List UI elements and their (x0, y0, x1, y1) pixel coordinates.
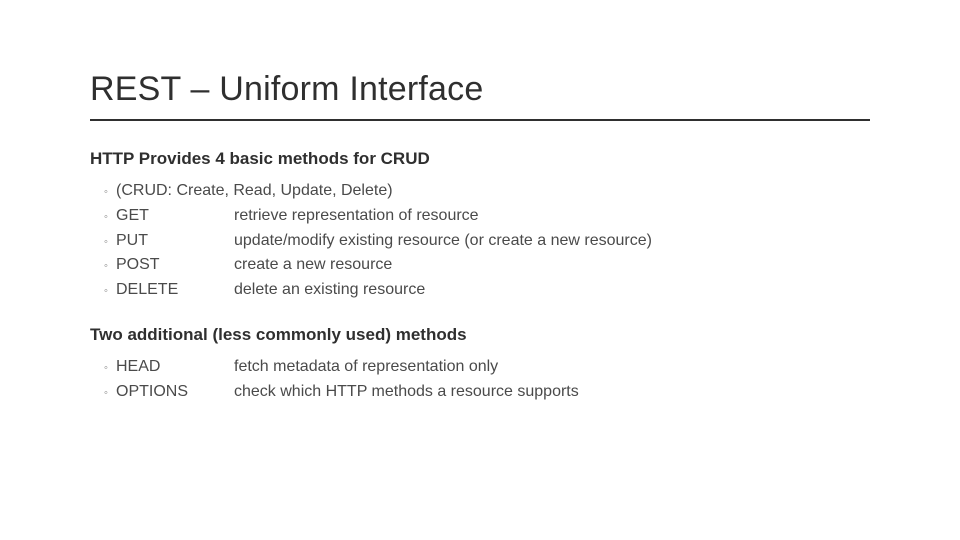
method-name: HEAD (116, 355, 234, 380)
bullet-icon: ◦ (104, 207, 116, 228)
method-name: GET (116, 204, 234, 229)
bullet-icon: ◦ (104, 383, 116, 404)
method-desc: check which HTTP methods a resource supp… (234, 380, 870, 405)
method-desc: delete an existing resource (234, 278, 870, 303)
method-desc: retrieve representation of resource (234, 204, 870, 229)
section-heading: HTTP Provides 4 basic methods for CRUD (90, 149, 870, 169)
slide-title: REST – Uniform Interface (90, 70, 870, 109)
method-name: PUT (116, 229, 234, 254)
list-item: ◦ DELETE delete an existing resource (90, 278, 870, 303)
method-desc: fetch metadata of representation only (234, 355, 870, 380)
list-item: ◦ (CRUD: Create, Read, Update, Delete) (90, 179, 870, 204)
list-item: ◦ GET retrieve representation of resourc… (90, 204, 870, 229)
bullet-icon: ◦ (104, 182, 116, 203)
bullet-icon: ◦ (104, 232, 116, 253)
section-heading: Two additional (less commonly used) meth… (90, 325, 870, 345)
bullet-icon: ◦ (104, 281, 116, 302)
method-name: DELETE (116, 278, 234, 303)
bullet-icon: ◦ (104, 358, 116, 379)
section-additional: Two additional (less commonly used) meth… (90, 325, 870, 405)
list-item: ◦ HEAD fetch metadata of representation … (90, 355, 870, 380)
method-desc: update/modify existing resource (or crea… (234, 229, 870, 254)
list-item-text: (CRUD: Create, Read, Update, Delete) (116, 179, 870, 204)
section-crud: HTTP Provides 4 basic methods for CRUD ◦… (90, 149, 870, 303)
method-desc: create a new resource (234, 253, 870, 278)
bullet-icon: ◦ (104, 256, 116, 277)
list-item: ◦ PUT update/modify existing resource (o… (90, 229, 870, 254)
title-rule (90, 119, 870, 121)
list-item: ◦ OPTIONS check which HTTP methods a res… (90, 380, 870, 405)
method-name: OPTIONS (116, 380, 234, 405)
list-item: ◦ POST create a new resource (90, 253, 870, 278)
slide: REST – Uniform Interface HTTP Provides 4… (0, 0, 960, 405)
method-name: POST (116, 253, 234, 278)
